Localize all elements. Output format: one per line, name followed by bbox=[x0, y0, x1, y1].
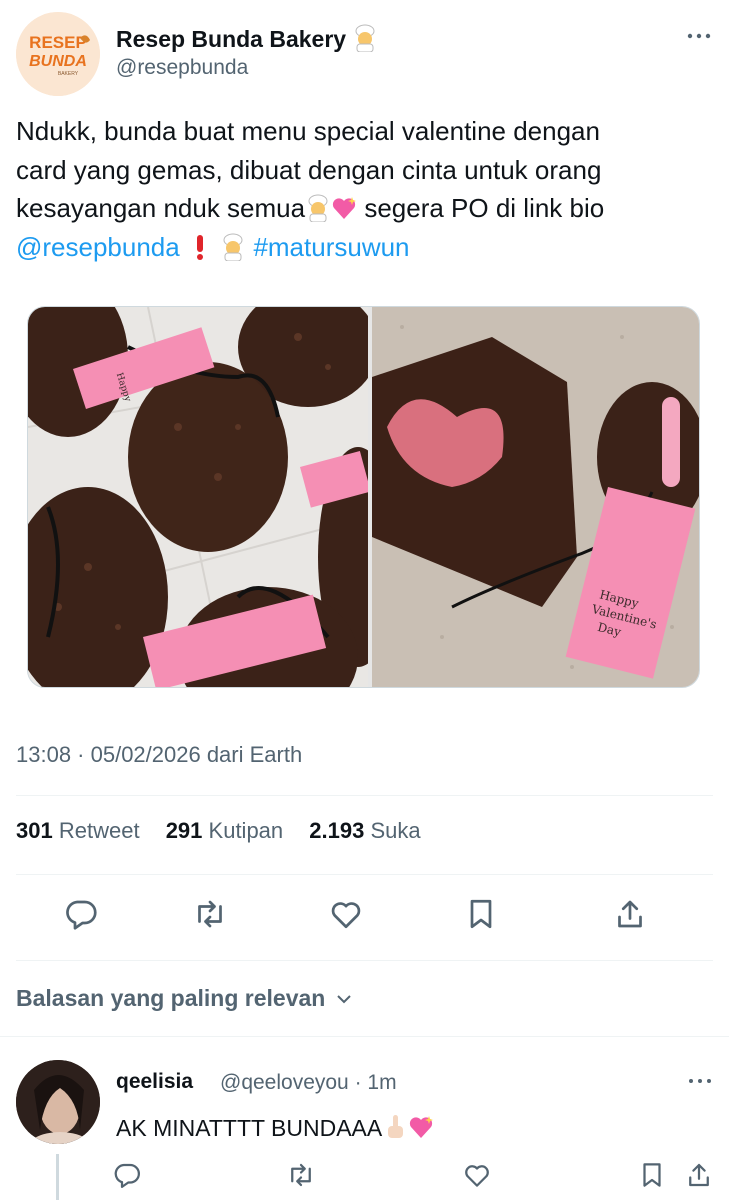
tweet-line-3: kesayangan nduk semua segera PO di link … bbox=[16, 189, 706, 228]
reply-text-content: AK MINATTTT BUNDAAA bbox=[116, 1115, 383, 1141]
tweet-actions bbox=[0, 896, 729, 938]
divider bbox=[0, 1036, 729, 1037]
retweet-stat[interactable]: 301 Retweet bbox=[16, 818, 140, 843]
like-stat[interactable]: 2.193 Suka bbox=[309, 818, 420, 843]
pointing-up-emoji-icon bbox=[388, 1115, 404, 1138]
exclamation-emoji-icon bbox=[196, 234, 203, 260]
share-icon[interactable] bbox=[684, 1160, 714, 1190]
mention-link[interactable]: @resepbunda bbox=[16, 232, 180, 262]
reply-icon[interactable] bbox=[63, 896, 99, 932]
bakery-logo: RESEP BUNDA BAKERY bbox=[16, 12, 100, 96]
tweet-stats: 301 Retweet 291 Kutipan 2.193 Suka bbox=[16, 818, 441, 844]
media-grid: Happy Happy Valentine's Day bbox=[27, 306, 700, 688]
retweet-icon[interactable] bbox=[286, 1160, 316, 1190]
tweet-header: RESEP BUNDA BAKERY Resep Bunda Bakery @r… bbox=[16, 12, 713, 96]
divider bbox=[16, 874, 713, 875]
tweet-line-3-end: segera PO di link bio bbox=[357, 193, 605, 223]
replies-sort-toggle[interactable]: Balasan yang paling relevan bbox=[16, 985, 352, 1012]
reply-icon[interactable] bbox=[112, 1160, 142, 1190]
photo-chocolate-cakes[interactable]: Happy bbox=[28, 307, 398, 687]
bookmark-icon[interactable] bbox=[463, 896, 499, 932]
more-icon[interactable] bbox=[687, 1074, 713, 1088]
reply-text: AK MINATTTT BUNDAAA bbox=[116, 1113, 434, 1142]
tweet-text: Ndukk, bunda buat menu special valentine… bbox=[16, 112, 706, 266]
reply-item[interactable]: qeelisia @qeeloveyou · 1m AK MINATTTT BU… bbox=[0, 1040, 729, 1200]
reply-author-name[interactable]: qeelisia bbox=[116, 1070, 193, 1094]
author-handle[interactable]: @resepbunda bbox=[116, 56, 248, 80]
tweet-line-4: @resepbunda #matursuwun bbox=[16, 228, 706, 267]
heart-icon[interactable] bbox=[328, 896, 364, 932]
sparkling-heart-emoji-icon bbox=[332, 197, 357, 219]
author-name[interactable]: Resep Bunda Bakery bbox=[116, 24, 378, 53]
chef-emoji-icon bbox=[223, 233, 243, 261]
author-name-text: Resep Bunda Bakery bbox=[116, 26, 347, 52]
tweet-line-2: card yang gemas, dibuat dengan cinta unt… bbox=[16, 154, 602, 185]
photo-heart-cake-image: Happy Valentine's Day bbox=[372, 307, 699, 687]
heart-icon[interactable] bbox=[462, 1160, 492, 1190]
chevron-down-icon bbox=[337, 995, 351, 1004]
chef-emoji-icon bbox=[308, 194, 328, 222]
sparkling-heart-emoji-icon bbox=[410, 1116, 434, 1138]
replies-sort-label: Balasan yang paling relevan bbox=[16, 985, 326, 1011]
quote-stat[interactable]: 291 Kutipan bbox=[166, 818, 283, 843]
divider bbox=[16, 960, 713, 961]
chef-emoji-icon bbox=[355, 24, 375, 52]
reply-avatar-image bbox=[16, 1060, 100, 1144]
retweet-icon[interactable] bbox=[192, 896, 228, 932]
divider bbox=[16, 795, 713, 796]
svg-text:BUNDA: BUNDA bbox=[29, 53, 87, 70]
tweet-timestamp[interactable]: 13:08 · 05/02/2026 dari Earth bbox=[16, 742, 302, 768]
share-icon[interactable] bbox=[612, 896, 648, 932]
svg-text:BAKERY: BAKERY bbox=[58, 71, 79, 77]
more-icon[interactable] bbox=[685, 28, 713, 44]
tweet-line-3-start: kesayangan nduk semua bbox=[16, 193, 306, 223]
hashtag-link[interactable]: #matursuwun bbox=[253, 232, 409, 262]
photo-cakes-image: Happy bbox=[28, 307, 398, 687]
bookmark-icon[interactable] bbox=[637, 1160, 667, 1190]
svg-text:RESEP: RESEP bbox=[29, 33, 87, 52]
thread-line bbox=[56, 1154, 59, 1200]
photo-heart-cake[interactable]: Happy Valentine's Day bbox=[372, 307, 699, 687]
reply-avatar[interactable] bbox=[16, 1060, 100, 1144]
author-avatar[interactable]: RESEP BUNDA BAKERY bbox=[16, 12, 100, 96]
tweet-line-1: Ndukk, bunda buat menu special valentine… bbox=[16, 116, 600, 146]
reply-author-meta[interactable]: @qeeloveyou · 1m bbox=[220, 1071, 397, 1095]
